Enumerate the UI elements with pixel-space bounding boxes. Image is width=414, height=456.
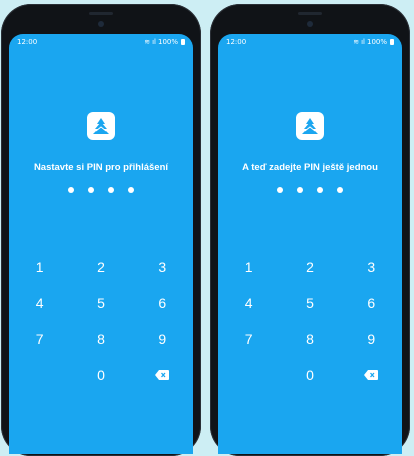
pin-dot	[317, 187, 323, 193]
backspace-icon	[364, 370, 379, 380]
key-3[interactable]: 3	[341, 249, 402, 285]
numeric-keypad: 1 2 3 4 5 6 7 8 9 0	[9, 249, 193, 393]
key-2[interactable]: 2	[70, 249, 131, 285]
backspace-button[interactable]	[341, 357, 402, 393]
screen-right: 12:00 ≋ ıl 100% A teď zadejte PIN ještě …	[218, 34, 402, 454]
key-0[interactable]: 0	[70, 357, 131, 393]
key-blank	[9, 357, 70, 393]
screen-left: 12:00 ≋ ıl 100% Nastavte si PIN pro přih…	[9, 34, 193, 454]
key-0[interactable]: 0	[279, 357, 340, 393]
status-time: 12:00	[17, 38, 38, 46]
key-4[interactable]: 4	[9, 285, 70, 321]
backspace-icon	[155, 370, 170, 380]
key-1[interactable]: 1	[218, 249, 279, 285]
backspace-button[interactable]	[132, 357, 193, 393]
wifi-icon: ≋	[144, 38, 151, 46]
pin-dots	[9, 187, 193, 193]
key-6[interactable]: 6	[341, 285, 402, 321]
pin-dot	[337, 187, 343, 193]
pin-dot	[128, 187, 134, 193]
front-camera	[98, 21, 104, 27]
battery-percent: 100%	[366, 38, 387, 46]
key-5[interactable]: 5	[279, 285, 340, 321]
status-time: 12:00	[226, 38, 247, 46]
key-3[interactable]: 3	[132, 249, 193, 285]
key-4[interactable]: 4	[218, 285, 279, 321]
key-6[interactable]: 6	[132, 285, 193, 321]
speaker-grille	[298, 12, 322, 15]
key-7[interactable]: 7	[218, 321, 279, 357]
pin-prompt: A teď zadejte PIN ještě jednou	[242, 162, 378, 173]
key-7[interactable]: 7	[9, 321, 70, 357]
battery-percent: 100%	[157, 38, 178, 46]
pin-dot	[297, 187, 303, 193]
tree-logo-icon	[296, 112, 324, 140]
pin-dot	[88, 187, 94, 193]
phone-frame-right: 12:00 ≋ ıl 100% A teď zadejte PIN ještě …	[210, 4, 410, 456]
key-2[interactable]: 2	[279, 249, 340, 285]
status-bar: 12:00 ≋ ıl 100%	[15, 38, 187, 50]
pin-dot	[68, 187, 74, 193]
battery-icon	[390, 39, 394, 45]
numeric-keypad: 1 2 3 4 5 6 7 8 9 0	[218, 249, 402, 393]
status-bar: 12:00 ≋ ıl 100%	[224, 38, 396, 50]
front-camera	[307, 21, 313, 27]
key-9[interactable]: 9	[132, 321, 193, 357]
pin-prompt: Nastavte si PIN pro přihlášení	[33, 162, 169, 173]
signal-icon: ıl	[361, 38, 365, 46]
pin-dot	[108, 187, 114, 193]
key-5[interactable]: 5	[70, 285, 131, 321]
key-1[interactable]: 1	[9, 249, 70, 285]
status-icons: ≋ ıl 100%	[144, 38, 185, 46]
key-9[interactable]: 9	[341, 321, 402, 357]
speaker-grille	[89, 12, 113, 15]
key-8[interactable]: 8	[279, 321, 340, 357]
status-icons: ≋ ıl 100%	[353, 38, 394, 46]
pin-dots	[218, 187, 402, 193]
phone-frame-left: 12:00 ≋ ıl 100% Nastavte si PIN pro přih…	[1, 4, 201, 456]
wifi-icon: ≋	[353, 38, 360, 46]
signal-icon: ıl	[152, 38, 156, 46]
key-8[interactable]: 8	[70, 321, 131, 357]
tree-logo-icon	[87, 112, 115, 140]
key-blank	[218, 357, 279, 393]
pin-dot	[277, 187, 283, 193]
battery-icon	[181, 39, 185, 45]
